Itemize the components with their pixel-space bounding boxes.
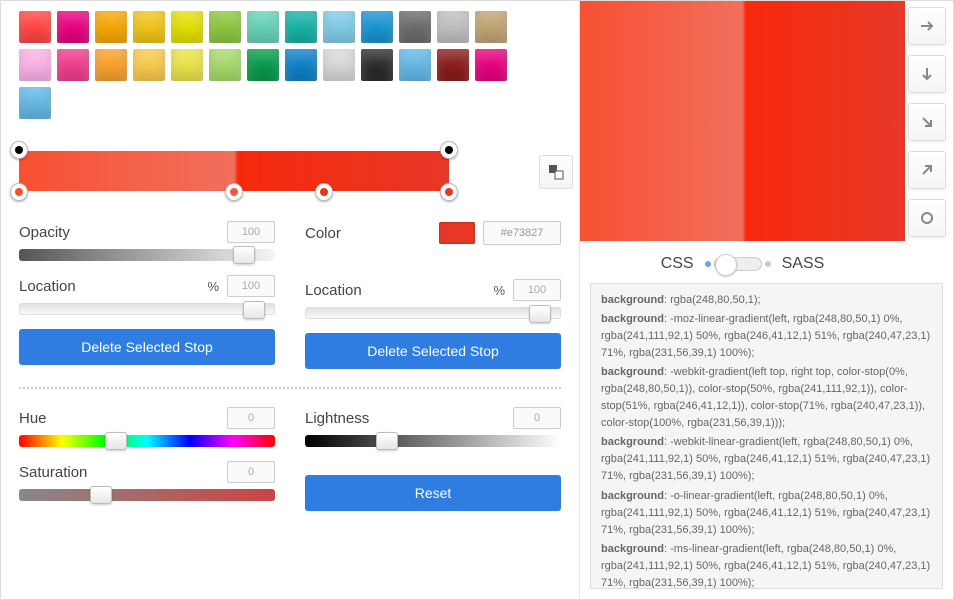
- preset-swatch[interactable]: [95, 11, 127, 43]
- tab-sass[interactable]: SASS: [782, 255, 825, 273]
- saturation-slider[interactable]: [19, 489, 275, 501]
- preset-swatch[interactable]: [323, 49, 355, 81]
- preset-swatch[interactable]: [19, 11, 51, 43]
- preset-swatch[interactable]: [209, 49, 241, 81]
- location-left-value[interactable]: 100: [227, 275, 275, 297]
- css-output-line: background: rgba(248,80,50,1);: [601, 292, 932, 309]
- lightness-value[interactable]: 0: [513, 407, 561, 429]
- preset-swatch[interactable]: [57, 49, 89, 81]
- gradient-editor: [19, 151, 519, 191]
- preset-swatch[interactable]: [247, 49, 279, 81]
- preset-swatch[interactable]: [399, 49, 431, 81]
- css-output-line: background: -ms-linear-gradient(left, rg…: [601, 541, 932, 589]
- preset-swatch[interactable]: [171, 11, 203, 43]
- preset-swatch[interactable]: [247, 11, 279, 43]
- color-label: Color: [305, 225, 431, 242]
- preset-swatch[interactable]: [57, 11, 89, 43]
- color-control: Color #e73827: [305, 221, 561, 245]
- preset-swatch[interactable]: [285, 49, 317, 81]
- color-hex-input[interactable]: #e73827: [483, 221, 561, 245]
- preset-swatch[interactable]: [171, 49, 203, 81]
- preset-swatch[interactable]: [209, 11, 241, 43]
- preset-swatch[interactable]: [323, 11, 355, 43]
- opacity-value[interactable]: 100: [227, 221, 275, 243]
- gradient-stop-handle[interactable]: [10, 183, 28, 201]
- direction-diagonal-down-button[interactable]: [908, 103, 946, 141]
- location-left-unit: %: [207, 279, 219, 294]
- gradient-bar[interactable]: [19, 151, 449, 191]
- direction-down-button[interactable]: [908, 55, 946, 93]
- css-sass-toggle[interactable]: [714, 257, 762, 271]
- hue-value[interactable]: 0: [227, 407, 275, 429]
- opacity-label: Opacity: [19, 224, 219, 241]
- preset-swatch[interactable]: [475, 49, 507, 81]
- location-right-value[interactable]: 100: [513, 279, 561, 301]
- preset-swatch[interactable]: [19, 87, 51, 119]
- opacity-slider[interactable]: [19, 249, 275, 261]
- gradient-preview: [580, 1, 905, 241]
- location-left-control: Location % 100: [19, 275, 275, 315]
- saturation-value[interactable]: 0: [227, 461, 275, 483]
- css-output-line: background: -o-linear-gradient(left, rgb…: [601, 488, 932, 539]
- gradient-stop-handle[interactable]: [440, 141, 458, 159]
- location-right-label: Location: [305, 282, 485, 299]
- delete-stop-left-button[interactable]: Delete Selected Stop: [19, 329, 275, 365]
- saturation-label: Saturation: [19, 464, 219, 481]
- gradient-stop-handle[interactable]: [10, 141, 28, 159]
- css-output[interactable]: background: rgba(248,80,50,1); background…: [590, 283, 943, 589]
- preset-swatch[interactable]: [437, 11, 469, 43]
- location-left-label: Location: [19, 278, 199, 295]
- css-output-line: background: -webkit-linear-gradient(left…: [601, 434, 932, 485]
- preset-swatch[interactable]: [133, 11, 165, 43]
- css-output-line: background: -webkit-gradient(left top, r…: [601, 364, 932, 432]
- lightness-slider[interactable]: [305, 435, 561, 447]
- lightness-control: Lightness 0: [305, 407, 561, 447]
- preset-swatch[interactable]: [437, 49, 469, 81]
- gradient-stop-handle[interactable]: [440, 183, 458, 201]
- hue-control: Hue 0: [19, 407, 275, 447]
- location-left-slider[interactable]: [19, 303, 275, 315]
- opacity-control: Opacity 100: [19, 221, 275, 261]
- lightness-label: Lightness: [305, 410, 505, 427]
- location-right-slider[interactable]: [305, 307, 561, 319]
- preset-swatch[interactable]: [475, 11, 507, 43]
- preset-swatches: [19, 11, 529, 119]
- saturation-control: Saturation 0: [19, 461, 275, 501]
- hue-label: Hue: [19, 410, 219, 427]
- preset-swatch[interactable]: [285, 11, 317, 43]
- preset-swatch[interactable]: [133, 49, 165, 81]
- direction-radial-button[interactable]: [908, 199, 946, 237]
- color-chip[interactable]: [439, 222, 475, 244]
- gradient-stop-handle[interactable]: [225, 183, 243, 201]
- location-right-unit: %: [493, 283, 505, 298]
- direction-diagonal-up-button[interactable]: [908, 151, 946, 189]
- delete-stop-right-button[interactable]: Delete Selected Stop: [305, 333, 561, 369]
- output-tabs: CSS SASS: [580, 241, 905, 283]
- location-right-control: Location % 100: [305, 279, 561, 319]
- preset-swatch[interactable]: [361, 49, 393, 81]
- hue-slider[interactable]: [19, 435, 275, 447]
- css-output-line: background: -moz-linear-gradient(left, r…: [601, 311, 932, 362]
- preset-swatch[interactable]: [19, 49, 51, 81]
- preset-swatch[interactable]: [361, 11, 393, 43]
- gradient-stop-handle[interactable]: [315, 183, 333, 201]
- direction-right-button[interactable]: [908, 7, 946, 45]
- preset-swatch[interactable]: [399, 11, 431, 43]
- tab-css[interactable]: CSS: [661, 255, 694, 273]
- preset-swatch[interactable]: [95, 49, 127, 81]
- orientation-button[interactable]: [539, 155, 573, 189]
- reset-button[interactable]: Reset: [305, 475, 561, 511]
